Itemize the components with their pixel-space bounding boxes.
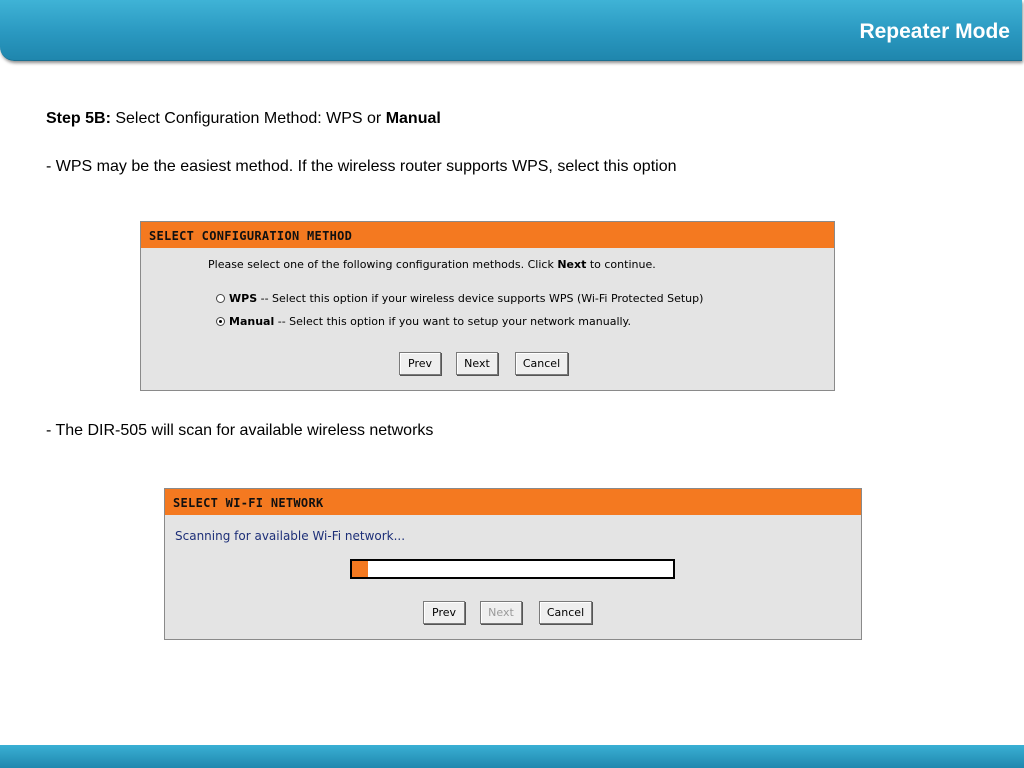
step-heading: Step 5B: Select Configuration Method: WP… (46, 110, 441, 128)
instruction-text-end: to continue. (586, 258, 656, 271)
step-bold-manual: Manual (385, 110, 441, 127)
config-instruction: Please select one of the following confi… (208, 258, 656, 271)
wifi-prev-button[interactable]: Prev (423, 601, 465, 624)
wps-option-label: WPS (229, 292, 258, 305)
slide-title: Repeater Mode (859, 20, 1010, 43)
option-wps[interactable]: WPS -- Select this option if your wirele… (216, 292, 703, 305)
scan-note: - The DIR-505 will scan for available wi… (46, 422, 434, 439)
instruction-text: Please select one of the following confi… (208, 258, 558, 271)
config-next-button[interactable]: Next (456, 352, 498, 375)
config-prev-button[interactable]: Prev (399, 352, 441, 375)
wifi-panel-title: SELECT WI-FI NETWORK (165, 489, 861, 515)
wifi-cancel-button[interactable]: Cancel (539, 601, 592, 624)
scan-progress-bar (350, 559, 675, 579)
wifi-next-button: Next (480, 601, 522, 624)
wps-radio[interactable] (216, 294, 225, 303)
option-manual[interactable]: Manual -- Select this option if you want… (216, 315, 631, 328)
manual-option-description: -- Select this option if you want to set… (274, 315, 631, 328)
slide-footer-bar (0, 745, 1024, 768)
slide-header-banner: Repeater Mode (0, 0, 1022, 61)
step-text: Select Configuration Method: WPS or (110, 110, 386, 127)
scan-progress-fill (352, 561, 369, 577)
step-label: Step 5B: (46, 110, 111, 127)
config-cancel-button[interactable]: Cancel (515, 352, 568, 375)
config-method-panel: SELECT CONFIGURATION METHOD Please selec… (140, 221, 835, 391)
wps-option-description: -- Select this option if your wireless d… (257, 292, 704, 305)
manual-option-label: Manual (229, 315, 275, 328)
wps-note: - WPS may be the easiest method. If the … (46, 158, 677, 175)
scan-status-text: Scanning for available Wi-Fi network... (175, 529, 406, 543)
instruction-next-bold: Next (557, 258, 587, 271)
config-panel-title: SELECT CONFIGURATION METHOD (141, 222, 834, 248)
manual-radio[interactable] (216, 317, 225, 326)
wifi-network-panel: SELECT WI-FI NETWORK Scanning for availa… (164, 488, 862, 640)
